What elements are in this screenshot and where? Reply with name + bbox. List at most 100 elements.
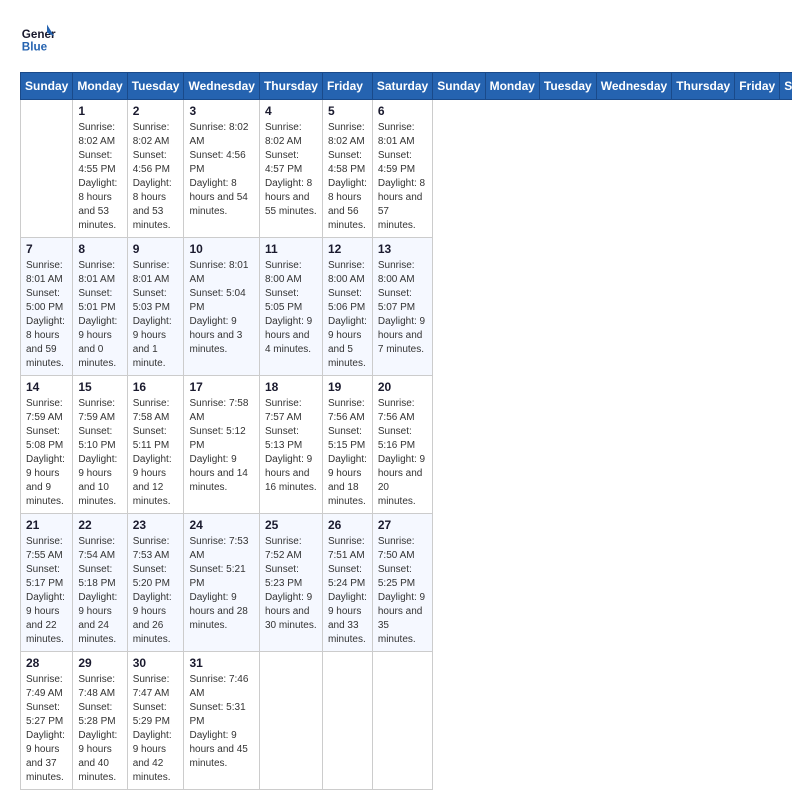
calendar-cell: 9Sunrise: 8:01 AMSunset: 5:03 PMDaylight… [127,238,184,376]
weekday-header: Monday [485,73,539,100]
day-number: 20 [378,380,427,394]
day-number: 25 [265,518,317,532]
day-number: 3 [189,104,253,118]
day-info: Sunrise: 7:50 AMSunset: 5:25 PMDaylight:… [378,535,427,647]
calendar-table: SundayMondayTuesdayWednesdayThursdayFrid… [20,72,792,790]
weekday-header: Tuesday [539,73,596,100]
calendar-cell: 10 Sunrise: 8:01 AMSunset: 5:04 PMDayligh… [184,238,259,376]
page-header: General Blue [20,20,772,56]
day-info: Sunrise: 8:01 AMSunset: 5:00 PMDaylight:… [26,259,67,371]
day-number: 17 [189,380,253,394]
day-number: 27 [378,518,427,532]
day-number: 15 [78,380,121,394]
calendar-cell: 23Sunrise: 7:53 AMSunset: 5:20 PMDayligh… [127,514,184,652]
day-info: Sunrise: 8:02 AMSunset: 4:57 PMDaylight:… [265,121,317,219]
day-info: Sunrise: 7:54 AMSunset: 5:18 PMDaylight:… [78,535,121,647]
day-number: 16 [133,380,179,394]
day-number: 19 [328,380,367,394]
day-info: Sunrise: 7:46 AMSunset: 5:31 PMDaylight:… [189,673,253,771]
day-number: 11 [265,242,317,256]
calendar-cell: 18 Sunrise: 7:57 AMSunset: 5:13 PMDayligh… [259,376,322,514]
calendar-cell: 2 Sunrise: 8:02 AMSunset: 4:56 PMDaylight… [127,100,184,238]
weekday-header: Sunday [433,73,485,100]
day-info: Sunrise: 8:01 AMSunset: 5:03 PMDaylight:… [133,259,179,371]
calendar-cell: 19 Sunrise: 7:56 AMSunset: 5:15 PMDayligh… [322,376,372,514]
day-info: Sunrise: 8:00 AMSunset: 5:06 PMDaylight:… [328,259,367,371]
day-number: 21 [26,518,67,532]
day-number: 4 [265,104,317,118]
day-info: Sunrise: 8:02 AMSunset: 4:55 PMDaylight:… [78,121,121,233]
calendar-cell: 30 Sunrise: 7:47 AMSunset: 5:29 PMDayligh… [127,652,184,790]
calendar-cell: 6 Sunrise: 8:01 AMSunset: 4:59 PMDaylight… [372,100,432,238]
calendar-cell [322,652,372,790]
weekday-header: Tuesday [127,73,184,100]
calendar-week-row: 7 Sunrise: 8:01 AMSunset: 5:00 PMDaylight… [21,238,792,376]
day-info: Sunrise: 8:02 AMSunset: 4:56 PMDaylight:… [133,121,179,233]
calendar-cell: 3Sunrise: 8:02 AMSunset: 4:56 PMDaylight… [184,100,259,238]
calendar-cell: 13 Sunrise: 8:00 AMSunset: 5:07 PMDayligh… [372,238,432,376]
calendar-cell: 16Sunrise: 7:58 AMSunset: 5:11 PMDayligh… [127,376,184,514]
calendar-cell [21,100,73,238]
day-number: 2 [133,104,179,118]
day-number: 1 [78,104,121,118]
day-number: 30 [133,656,179,670]
day-number: 28 [26,656,67,670]
day-info: Sunrise: 7:53 AMSunset: 5:20 PMDaylight:… [133,535,179,647]
calendar-cell: 14 Sunrise: 7:59 AMSunset: 5:08 PMDayligh… [21,376,73,514]
day-info: Sunrise: 7:52 AMSunset: 5:23 PMDaylight:… [265,535,317,633]
day-info: Sunrise: 8:01 AMSunset: 5:01 PMDaylight:… [78,259,121,371]
header-row: SundayMondayTuesdayWednesdayThursdayFrid… [21,73,792,100]
calendar-cell: 25 Sunrise: 7:52 AMSunset: 5:23 PMDayligh… [259,514,322,652]
day-info: Sunrise: 7:49 AMSunset: 5:27 PMDaylight:… [26,673,67,785]
calendar-week-row: 21Sunrise: 7:55 AMSunset: 5:17 PMDayligh… [21,514,792,652]
calendar-cell [372,652,432,790]
day-info: Sunrise: 7:56 AMSunset: 5:15 PMDaylight:… [328,397,367,509]
calendar-cell: 12Sunrise: 8:00 AMSunset: 5:06 PMDayligh… [322,238,372,376]
day-info: Sunrise: 7:59 AMSunset: 5:08 PMDaylight:… [26,397,67,509]
calendar-cell: 29 Sunrise: 7:48 AMSunset: 5:28 PMDayligh… [73,652,127,790]
calendar-cell: 4 Sunrise: 8:02 AMSunset: 4:57 PMDaylight… [259,100,322,238]
calendar-cell: 15Sunrise: 7:59 AMSunset: 5:10 PMDayligh… [73,376,127,514]
calendar-week-row: 1 Sunrise: 8:02 AMSunset: 4:55 PMDaylight… [21,100,792,238]
day-number: 26 [328,518,367,532]
calendar-cell: 27 Sunrise: 7:50 AMSunset: 5:25 PMDayligh… [372,514,432,652]
weekday-header: Saturday [780,73,792,100]
calendar-cell: 5Sunrise: 8:02 AMSunset: 4:58 PMDaylight… [322,100,372,238]
day-number: 31 [189,656,253,670]
calendar-cell [259,652,322,790]
svg-text:Blue: Blue [22,41,48,54]
logo: General Blue [20,20,56,56]
calendar-cell: 1 Sunrise: 8:02 AMSunset: 4:55 PMDaylight… [73,100,127,238]
day-info: Sunrise: 7:48 AMSunset: 5:28 PMDaylight:… [78,673,121,785]
logo-icon: General Blue [20,20,56,56]
calendar-cell: 28 Sunrise: 7:49 AMSunset: 5:27 PMDayligh… [21,652,73,790]
calendar-cell: 21Sunrise: 7:55 AMSunset: 5:17 PMDayligh… [21,514,73,652]
day-info: Sunrise: 7:56 AMSunset: 5:16 PMDaylight:… [378,397,427,509]
day-number: 5 [328,104,367,118]
day-info: Sunrise: 7:53 AMSunset: 5:21 PMDaylight:… [189,535,253,633]
calendar-week-row: 28 Sunrise: 7:49 AMSunset: 5:27 PMDayligh… [21,652,792,790]
weekday-header: Thursday [259,73,322,100]
calendar-cell: 24Sunrise: 7:53 AMSunset: 5:21 PMDayligh… [184,514,259,652]
day-number: 14 [26,380,67,394]
day-number: 29 [78,656,121,670]
calendar-cell: 31 Sunrise: 7:46 AMSunset: 5:31 PMDayligh… [184,652,259,790]
day-number: 13 [378,242,427,256]
day-number: 7 [26,242,67,256]
calendar-cell: 20 Sunrise: 7:56 AMSunset: 5:16 PMDayligh… [372,376,432,514]
day-info: Sunrise: 7:47 AMSunset: 5:29 PMDaylight:… [133,673,179,785]
day-info: Sunrise: 7:57 AMSunset: 5:13 PMDaylight:… [265,397,317,495]
weekday-header: Thursday [672,73,735,100]
day-number: 10 [189,242,253,256]
weekday-header: Wednesday [184,73,259,100]
weekday-header: Sunday [21,73,73,100]
day-number: 18 [265,380,317,394]
weekday-header: Saturday [372,73,432,100]
day-info: Sunrise: 7:58 AMSunset: 5:12 PMDaylight:… [189,397,253,495]
day-info: Sunrise: 8:00 AMSunset: 5:07 PMDaylight:… [378,259,427,357]
calendar-cell: 11Sunrise: 8:00 AMSunset: 5:05 PMDayligh… [259,238,322,376]
day-info: Sunrise: 8:01 AMSunset: 4:59 PMDaylight:… [378,121,427,233]
day-info: Sunrise: 8:01 AMSunset: 5:04 PMDaylight:… [189,259,253,357]
day-number: 6 [378,104,427,118]
weekday-header: Friday [735,73,780,100]
